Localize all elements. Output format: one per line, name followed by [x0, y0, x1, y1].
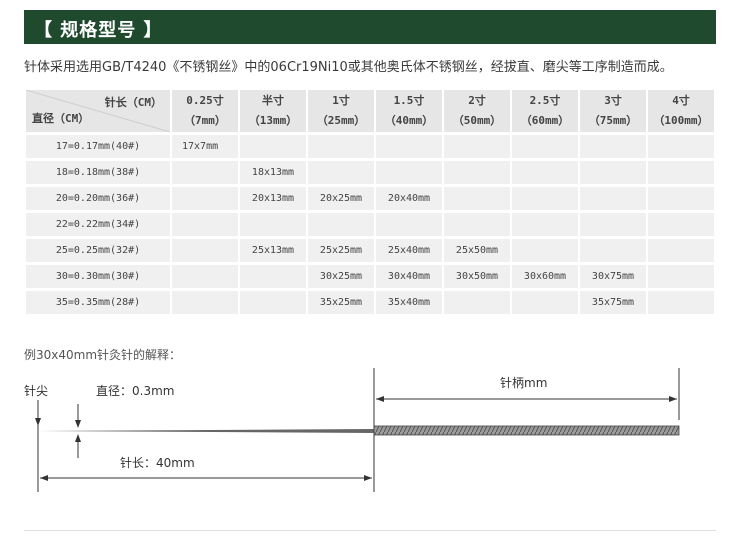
length-dim-arrow-right: [364, 475, 372, 481]
tip-arrow: [35, 418, 41, 426]
footer-divider: [24, 530, 716, 531]
handle-label: 针柄mm: [500, 376, 548, 390]
diameter-label: 直径：0.3mm: [96, 384, 175, 398]
needle-shaft: [38, 429, 374, 433]
diameter-arrow-top: [75, 420, 81, 428]
needle-diagram: [35, 368, 680, 492]
handle-dim-arrow-right: [669, 396, 677, 402]
diameter-arrow-bottom: [75, 434, 81, 442]
length-dim-arrow-left: [40, 475, 48, 481]
length-label: 针长：40mm: [120, 456, 195, 470]
handle-dim-arrow-left: [376, 396, 384, 402]
needle-handle: [373, 425, 680, 436]
tip-label: 针尖: [24, 384, 49, 398]
